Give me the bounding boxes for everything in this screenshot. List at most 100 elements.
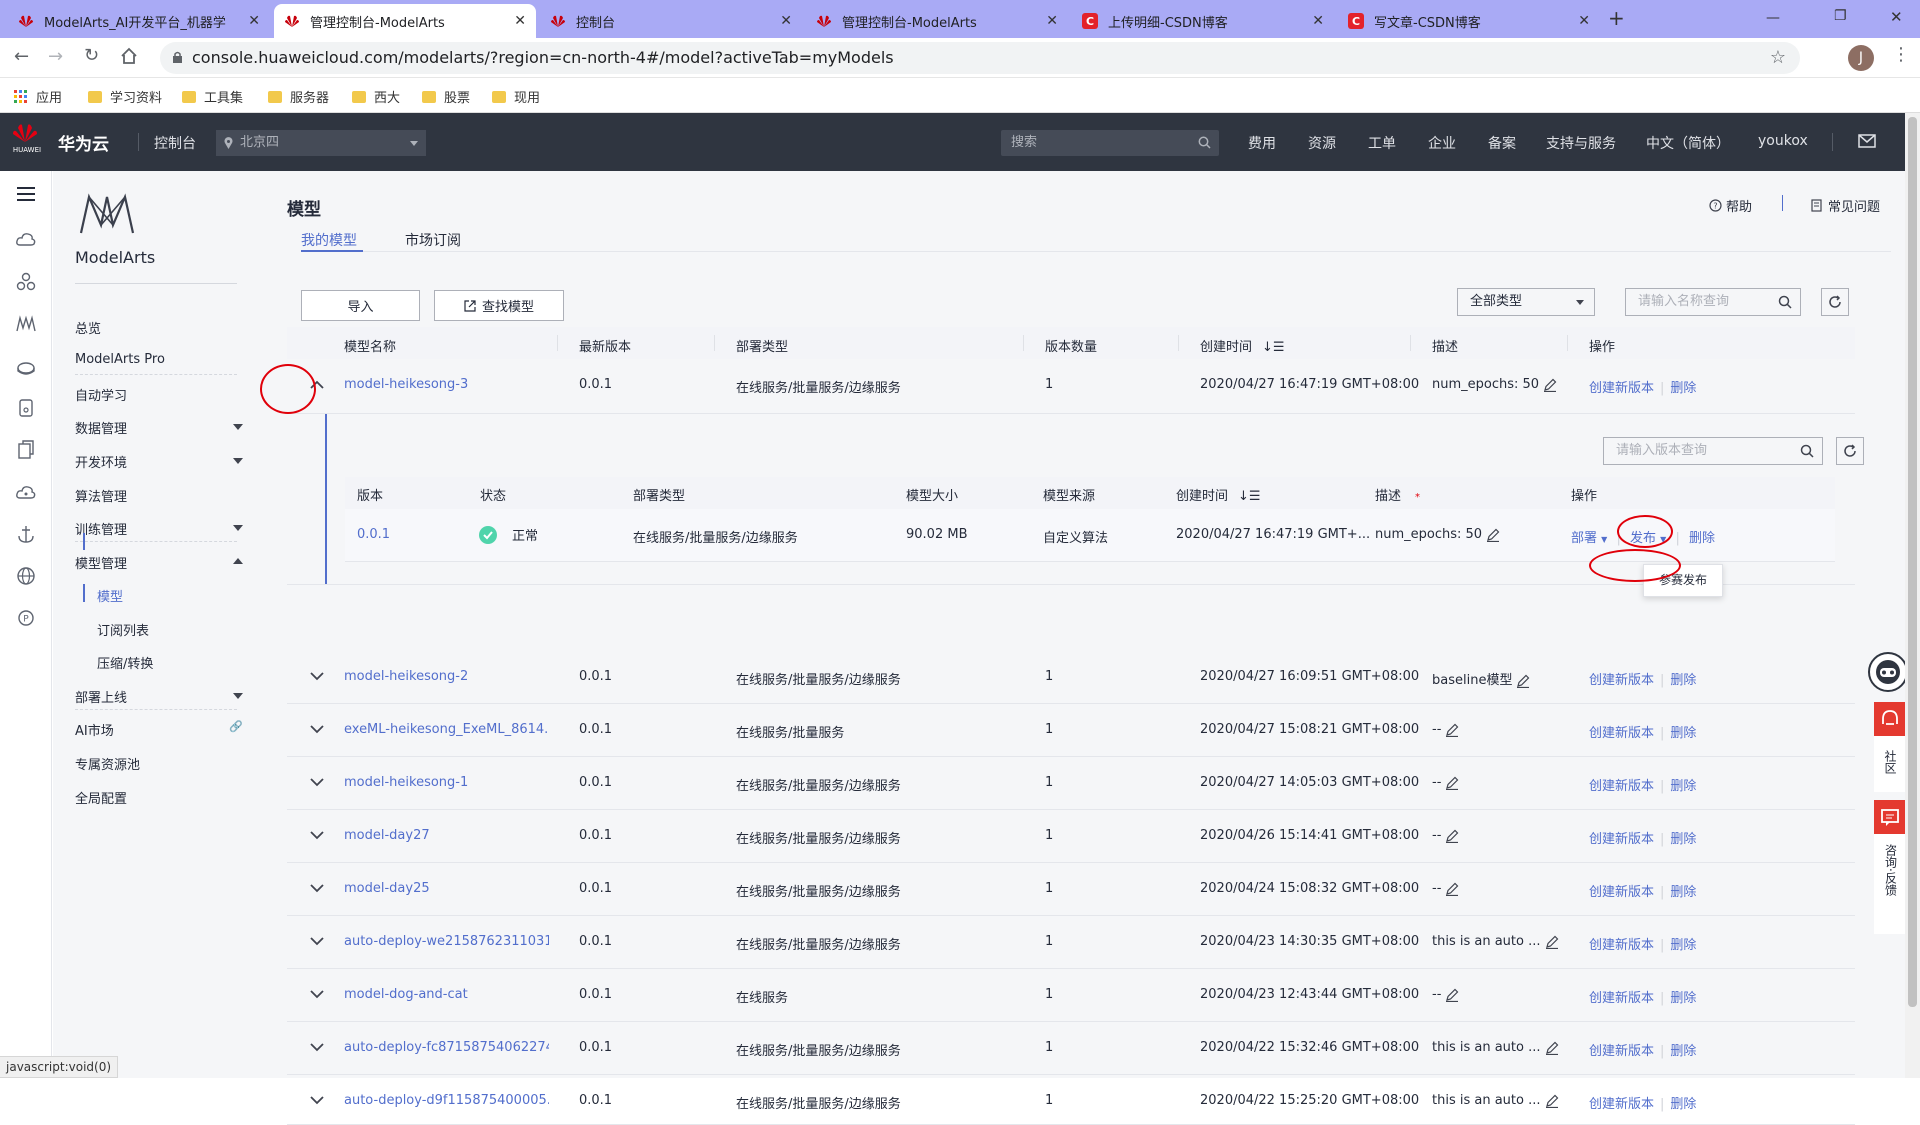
window-close-icon[interactable]: ✕ <box>1890 8 1903 26</box>
sidebar-item-resource-pool[interactable]: 专属资源池 <box>75 754 140 773</box>
browser-tab[interactable]: 控制台 ✕ <box>540 4 802 38</box>
create-version-link[interactable]: 创建新版本 <box>1589 991 1654 1006</box>
edit-icon[interactable] <box>1545 935 1559 949</box>
region-select[interactable]: 北京四 <box>216 130 426 156</box>
delete-model-link[interactable]: 删除 <box>1670 885 1696 900</box>
sidebar-item-subscriptions[interactable]: 订阅列表 <box>97 620 149 639</box>
sort-icon[interactable]: ↓☰ <box>1238 489 1261 504</box>
sidebar-item-training[interactable]: 训练管理 <box>75 519 243 538</box>
model-name-link[interactable]: model-heikesong-1 <box>344 775 468 790</box>
create-version-link[interactable]: 创建新版本 <box>1589 832 1654 847</box>
create-version-link[interactable]: 创建新版本 <box>1589 779 1654 794</box>
document-copy-icon[interactable] <box>15 439 37 461</box>
cloud-network-icon[interactable] <box>15 481 37 503</box>
search-icon[interactable] <box>1198 136 1211 149</box>
sidebar-item-dev-env[interactable]: 开发环境 <box>75 452 243 471</box>
close-icon[interactable]: ✕ <box>1312 13 1324 29</box>
console-link[interactable]: 控制台 <box>154 133 196 153</box>
edit-icon[interactable] <box>1545 1094 1559 1108</box>
model-name-link[interactable]: model-day27 <box>344 828 430 843</box>
deploy-dropdown[interactable]: 部署 ▼ <box>1571 531 1607 546</box>
nav-user[interactable]: youkox <box>1758 133 1808 149</box>
refresh-button[interactable] <box>1821 288 1849 316</box>
search-icon[interactable] <box>1800 444 1814 458</box>
delete-model-link[interactable]: 删除 <box>1670 779 1696 794</box>
search-icon[interactable] <box>1778 295 1792 309</box>
type-filter-select[interactable]: 全部类型 <box>1457 288 1595 316</box>
help-link[interactable]: ? 帮助 <box>1709 196 1752 215</box>
delete-model-link[interactable]: 删除 <box>1670 381 1696 396</box>
delete-model-link[interactable]: 删除 <box>1670 673 1696 688</box>
nav-enterprise[interactable]: 企业 <box>1428 133 1456 153</box>
sidebar-item-compress[interactable]: 压缩/转换 <box>97 653 153 672</box>
nav-fees[interactable]: 费用 <box>1248 133 1276 153</box>
model-name-link[interactable]: model-heikesong-3 <box>344 377 468 392</box>
chevron-down-icon[interactable] <box>310 831 324 840</box>
close-icon[interactable]: ✕ <box>780 13 792 29</box>
faq-link[interactable]: 常见问题 <box>1811 196 1880 215</box>
tab-my-models[interactable]: 我的模型 <box>301 230 357 250</box>
tab-market-subscriptions[interactable]: 市场订阅 <box>405 230 461 250</box>
chevron-down-icon[interactable] <box>310 778 324 787</box>
scrollbar-thumb[interactable] <box>1908 117 1917 1007</box>
bookmark-star-icon[interactable]: ☆ <box>1770 42 1786 74</box>
global-search-input[interactable]: 搜索 <box>1001 130 1219 156</box>
vertical-scrollbar[interactable] <box>1905 113 1920 1078</box>
database-icon[interactable] <box>15 397 37 419</box>
delete-model-link[interactable]: 删除 <box>1670 938 1696 953</box>
edit-icon[interactable] <box>1486 528 1500 542</box>
create-version-link[interactable]: 创建新版本 <box>1589 885 1654 900</box>
close-icon[interactable]: ✕ <box>1046 13 1058 29</box>
chevron-down-icon[interactable] <box>310 990 324 999</box>
find-model-button[interactable]: 查找模型 <box>434 290 564 321</box>
bookmark-folder[interactable]: 学习资料 <box>88 87 162 106</box>
sidebar-item-overview[interactable]: 总览 <box>75 318 101 337</box>
col-created[interactable]: 创建时间 ↓☰ <box>1176 485 1261 504</box>
chevron-down-icon[interactable] <box>310 1043 324 1052</box>
feedback-label[interactable]: 咨询·反馈 <box>1874 834 1906 934</box>
close-icon[interactable]: ✕ <box>248 13 260 29</box>
url-field[interactable]: console.huaweicloud.com/modelarts/?regio… <box>160 42 1800 74</box>
cloud-storage-icon[interactable] <box>15 355 37 377</box>
modelarts-icon[interactable] <box>15 313 37 335</box>
bookmark-folder[interactable]: 工具集 <box>182 87 243 106</box>
close-icon[interactable]: ✕ <box>514 13 526 29</box>
sidebar-item-ai-market[interactable]: AI市场 🔗 <box>75 720 243 739</box>
sidebar-item-model-management[interactable]: 模型管理 <box>75 553 243 572</box>
import-button[interactable]: 导入 <box>301 290 420 321</box>
profile-avatar[interactable]: J <box>1848 45 1874 71</box>
sidebar-item-global-config[interactable]: 全局配置 <box>75 788 127 807</box>
new-tab-icon[interactable]: + <box>1608 6 1625 30</box>
version-refresh-button[interactable] <box>1836 437 1864 465</box>
create-version-link[interactable]: 创建新版本 <box>1589 938 1654 953</box>
version-link[interactable]: 0.0.1 <box>357 527 390 542</box>
registered-icon[interactable]: P <box>15 607 37 629</box>
model-name-link[interactable]: model-dog-and-cat <box>344 987 468 1002</box>
sidebar-item-auto-learning[interactable]: 自动学习 <box>75 385 127 404</box>
delete-model-link[interactable]: 删除 <box>1670 1097 1696 1112</box>
anchor-icon[interactable] <box>15 523 37 545</box>
back-icon[interactable]: ← <box>14 46 29 67</box>
sidebar-item-algorithms[interactable]: 算法管理 <box>75 486 127 505</box>
browser-tab[interactable]: 管理控制台-ModelArts ✕ <box>806 4 1068 38</box>
sidebar-item-models[interactable]: 模型 <box>97 586 123 605</box>
create-version-link[interactable]: 创建新版本 <box>1589 726 1654 741</box>
browser-menu-icon[interactable]: ⋮ <box>1892 44 1910 65</box>
feedback-icon[interactable] <box>1874 800 1906 834</box>
huawei-logo[interactable]: HUAWEI <box>12 122 42 162</box>
chevron-down-icon[interactable] <box>310 725 324 734</box>
nav-language[interactable]: 中文（简体） <box>1646 133 1730 153</box>
chevron-down-icon[interactable] <box>310 937 324 946</box>
create-version-link[interactable]: 创建新版本 <box>1589 673 1654 688</box>
sidebar-item-deploy[interactable]: 部署上线 <box>75 687 243 706</box>
brand-name[interactable]: 华为云 <box>58 130 109 155</box>
model-name-link[interactable]: auto-deploy-we21587623110318 <box>344 934 549 949</box>
delete-model-link[interactable]: 删除 <box>1670 726 1696 741</box>
model-name-link[interactable]: auto-deploy-d9f115875400005... <box>344 1093 549 1108</box>
edit-icon[interactable] <box>1445 829 1459 843</box>
model-name-link[interactable]: model-day25 <box>344 881 430 896</box>
edit-icon[interactable] <box>1445 882 1459 896</box>
edit-icon[interactable] <box>1445 723 1459 737</box>
minimize-icon[interactable]: — <box>1766 10 1780 26</box>
hamburger-menu-icon[interactable] <box>15 183 37 205</box>
